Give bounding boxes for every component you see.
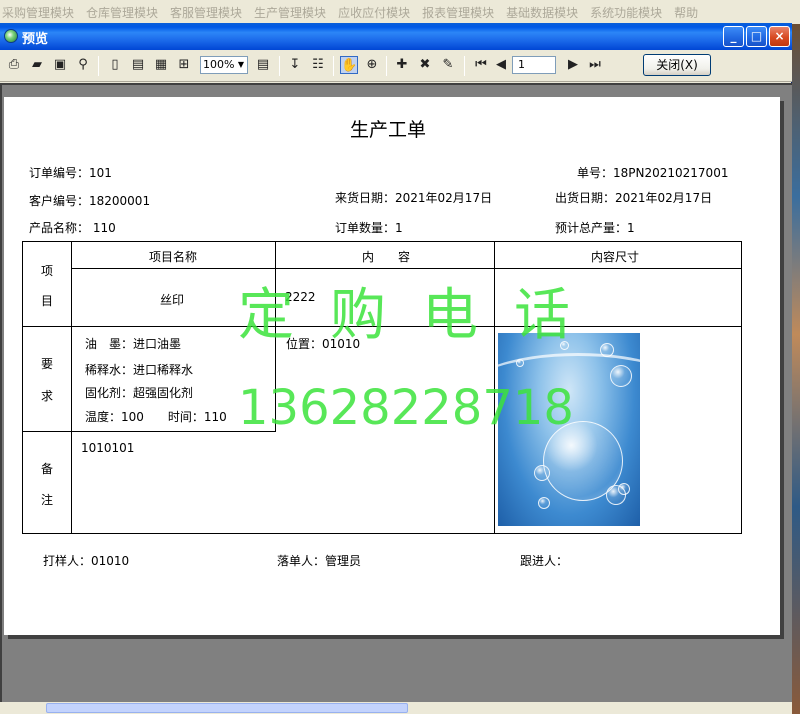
customer-number: 客户编号：18200001	[29, 194, 151, 208]
menu-help[interactable]: 帮助	[674, 4, 698, 21]
zoom-value: 100%	[203, 58, 235, 71]
document-number: 单号：18PN20210217001	[577, 166, 729, 180]
watermark-phone-label: 定购电话	[238, 283, 606, 348]
first-page-icon[interactable]: ⏮	[472, 56, 490, 74]
menu-production[interactable]: 生产管理模块	[254, 4, 326, 21]
header-content: 内 容	[362, 250, 411, 264]
export-icon[interactable]: ↧	[286, 56, 304, 74]
product-name: 产品名称： 110	[29, 221, 116, 235]
maximize-button[interactable]: □	[746, 26, 767, 47]
page-number-input[interactable]: 1	[512, 56, 556, 74]
row-label-note-2: 注	[40, 493, 53, 507]
print-icon[interactable]: ⎙	[5, 56, 23, 74]
window-title: 预览	[22, 32, 49, 47]
open-folder-icon[interactable]: ▰	[28, 56, 46, 74]
sampler: 打样人：01010	[43, 554, 130, 568]
item-name-value: 丝印	[160, 293, 185, 307]
header-item-name: 项目名称	[149, 250, 198, 264]
row-label-req-2: 求	[40, 389, 53, 403]
ship-date: 出货日期：2021年02月17日	[555, 191, 713, 205]
thinner-spec: 稀释水：进口稀释水	[85, 363, 194, 377]
preview-toolbar: ⎙ ▰ ▣ ⚲ ▯ ▤ ▦ ⊞ 100% ▼ ▤ ↧ ☷ ✋ ⊕ ✚ ✖ ✎ ⏮…	[0, 50, 792, 82]
save-disk-icon[interactable]: ▣	[51, 56, 69, 74]
watermark-phone-number: 13628228718	[238, 380, 574, 436]
app-menu-bar: 采购管理模块 仓库管理模块 客服管理模块 生产管理模块 应收应付模块 报表管理模…	[0, 0, 800, 24]
zoom-in-icon[interactable]: ⊕	[363, 56, 381, 74]
page-width-icon[interactable]: ▤	[129, 56, 147, 74]
order-person: 落单人：管理员	[277, 554, 362, 568]
menu-reports[interactable]: 报表管理模块	[422, 4, 494, 21]
minimize-button[interactable]: _	[723, 26, 744, 47]
horizontal-scrollbar[interactable]	[0, 702, 792, 714]
order-number: 订单编号：101	[29, 166, 112, 180]
menu-purchase[interactable]: 采购管理模块	[2, 4, 74, 21]
menu-basic-data[interactable]: 基础数据模块	[506, 4, 578, 21]
close-window-button[interactable]: ×	[769, 26, 790, 47]
multi-page-icon[interactable]: ⊞	[175, 56, 193, 74]
row-label-req-1: 要	[40, 357, 53, 371]
order-quantity: 订单数量：1	[335, 221, 403, 235]
menu-system[interactable]: 系统功能模块	[590, 4, 662, 21]
prev-page-icon[interactable]: ◀	[492, 56, 510, 74]
app-globe-icon	[4, 29, 18, 43]
menu-customer-service[interactable]: 客服管理模块	[170, 4, 242, 21]
outline-tree-icon[interactable]: ☷	[309, 56, 327, 74]
close-button[interactable]: 关闭(X)	[643, 54, 711, 76]
curing-spec: 固化剂：超强固化剂	[85, 386, 194, 400]
edit-page-icon[interactable]: ✎	[439, 56, 457, 74]
hand-pan-icon[interactable]: ✋	[340, 56, 358, 74]
last-page-icon[interactable]: ⏭	[586, 56, 604, 74]
delete-page-icon[interactable]: ✖	[416, 56, 434, 74]
title-bar[interactable]: 预览 _ □ ×	[0, 23, 792, 50]
scroll-thumb[interactable]	[46, 703, 408, 713]
row-label-item-1: 项	[40, 264, 53, 278]
arrival-date: 来货日期：2021年02月17日	[335, 191, 493, 205]
estimated-output: 预计总产量：1	[555, 221, 635, 235]
follower: 跟进人：	[520, 554, 569, 568]
next-page-icon[interactable]: ▶	[564, 56, 582, 74]
report-title: 生产工单	[349, 119, 426, 141]
ink-spec: 油 墨：进口油墨	[85, 337, 182, 351]
menu-warehouse[interactable]: 仓库管理模块	[86, 4, 158, 21]
row-label-item-2: 目	[40, 294, 53, 308]
remark-value: 1010101	[81, 441, 135, 455]
page-setup-icon[interactable]: ▤	[254, 56, 272, 74]
find-binoculars-icon[interactable]: ⚲	[74, 56, 92, 74]
add-page-icon[interactable]: ✚	[393, 56, 411, 74]
desktop-background	[792, 24, 800, 714]
zoom-select[interactable]: 100% ▼	[200, 56, 248, 74]
header-content-size: 内容尺寸	[591, 250, 640, 264]
full-page-icon[interactable]: ▦	[152, 56, 170, 74]
temp-time-spec: 温度：100 时间：110	[85, 410, 227, 424]
chevron-down-icon[interactable]: ▼	[235, 57, 247, 73]
menu-receivable-payable[interactable]: 应收应付模块	[338, 4, 410, 21]
row-label-note-1: 备	[40, 462, 53, 476]
single-page-icon[interactable]: ▯	[106, 56, 124, 74]
